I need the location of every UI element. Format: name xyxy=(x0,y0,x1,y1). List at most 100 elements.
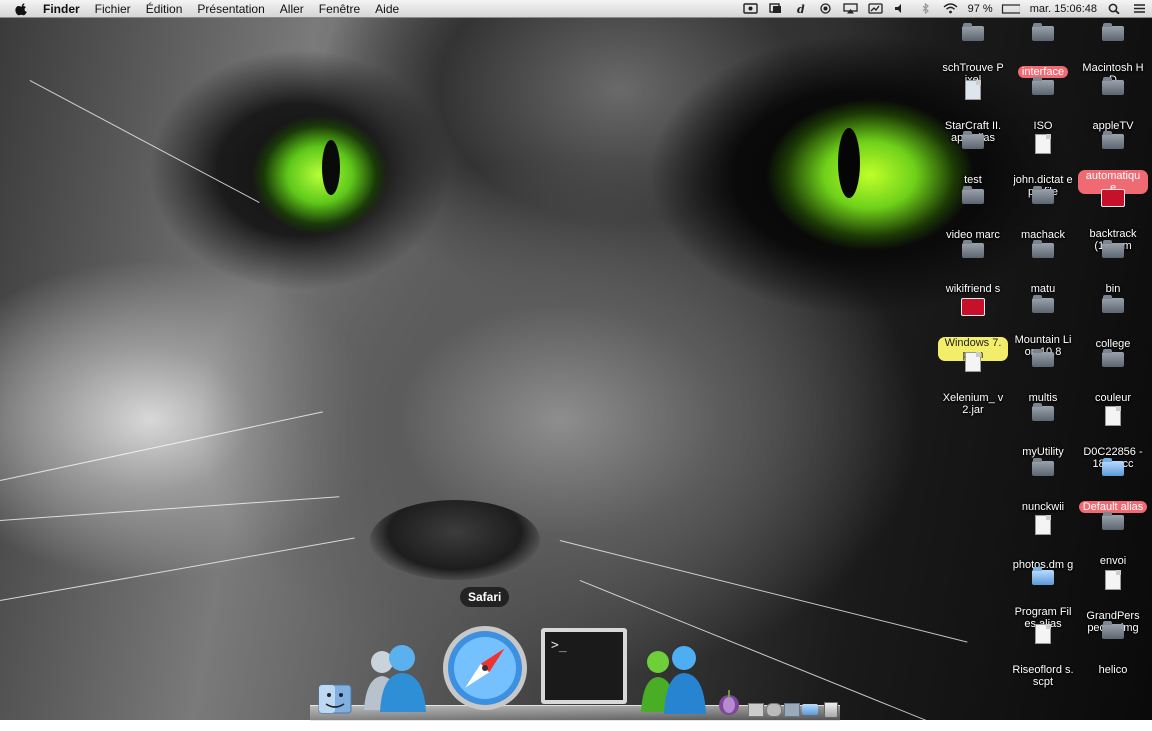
folder-icon xyxy=(1032,403,1054,421)
desktop-icon[interactable]: interface xyxy=(1008,23,1078,80)
folder-icon xyxy=(1032,23,1054,41)
dock-tooltip: Safari xyxy=(460,587,510,607)
desktop-icon-label: envoi xyxy=(1099,555,1127,567)
folder-icon xyxy=(1032,186,1054,204)
desktop-icon[interactable]: Default alias xyxy=(1078,458,1148,515)
chat-icon[interactable] xyxy=(638,644,710,714)
battery-icon[interactable] xyxy=(998,3,1020,14)
desktop-icon[interactable]: schTrouve Pixel xyxy=(938,23,1008,88)
menu-finder[interactable]: Finder xyxy=(43,2,80,16)
document-icon xyxy=(1035,624,1051,644)
desktop-icon[interactable]: machack xyxy=(1008,186,1078,243)
desktop-icon-label: video marc xyxy=(946,229,1000,241)
airplay-icon[interactable] xyxy=(842,3,858,14)
mini-app-icon[interactable] xyxy=(784,703,800,717)
desktop-icon[interactable]: Riseoflord s.scpt xyxy=(1008,624,1078,690)
mini-app-icon[interactable] xyxy=(766,703,782,717)
folder-icon xyxy=(1102,349,1124,367)
menu-aller[interactable]: Aller xyxy=(280,2,304,16)
volume-icon[interactable] xyxy=(893,3,908,14)
wifi-icon[interactable] xyxy=(943,3,958,14)
desktop-icon[interactable]: Macintosh HD xyxy=(1078,23,1148,88)
safari-icon[interactable] xyxy=(441,622,529,712)
desktop-icon-label: college xyxy=(1095,338,1131,350)
parallels-vm-icon xyxy=(1101,189,1125,207)
menu-fenetre[interactable]: Fenêtre xyxy=(319,2,360,16)
desktop-icon[interactable]: couleur xyxy=(1078,349,1148,406)
desktop-icon[interactable]: ISO xyxy=(1008,77,1078,134)
desktop-icon[interactable]: video marc xyxy=(938,186,1008,243)
wallpaper-whisker xyxy=(0,537,355,601)
desktop-icon-label: machack xyxy=(1020,229,1066,241)
folder-icon xyxy=(962,240,984,258)
cast-icon[interactable] xyxy=(867,3,883,14)
app-alias-icon xyxy=(965,80,981,100)
alias-folder-icon xyxy=(1032,567,1054,585)
folder-icon[interactable] xyxy=(802,704,818,715)
document-icon xyxy=(1035,515,1051,535)
apple-icon[interactable] xyxy=(15,2,29,16)
desktop-icon[interactable]: myUtility xyxy=(1008,403,1078,460)
folder-icon xyxy=(1032,458,1054,476)
trash-icon[interactable] xyxy=(824,702,838,718)
battery-percent[interactable]: 97 % xyxy=(968,3,993,15)
desktop-icon[interactable]: Xelenium_ v2.jar xyxy=(938,352,1008,418)
wallpaper-whisker xyxy=(0,411,323,481)
desktop-icon[interactable]: bin xyxy=(1078,240,1148,297)
folder-icon xyxy=(1032,77,1054,95)
folder-icon xyxy=(1102,621,1124,639)
finder-icon[interactable] xyxy=(318,684,352,714)
folder-icon xyxy=(1102,512,1124,530)
desktop-icon[interactable]: appleTV xyxy=(1078,77,1148,134)
desktop-icon[interactable]: envoi xyxy=(1078,512,1148,569)
growl-icon[interactable] xyxy=(768,3,783,14)
document-icon xyxy=(1035,134,1051,154)
document-icon xyxy=(965,352,981,372)
desktop-icon[interactable]: Program Files alias xyxy=(1008,567,1078,632)
desktop-icon[interactable]: test xyxy=(938,131,1008,188)
menu-presentation[interactable]: Présentation xyxy=(197,2,264,16)
wallpaper-nose xyxy=(370,500,540,580)
desktop-icon-label: bin xyxy=(1105,283,1121,295)
desktop-icon-label: matu xyxy=(1030,283,1056,295)
mini-app-icon[interactable] xyxy=(748,703,764,717)
desktop-icon-label: interface xyxy=(1017,66,1069,78)
menu-aide[interactable]: Aide xyxy=(375,2,399,16)
search-icon[interactable] xyxy=(1107,3,1122,14)
desktop-icon[interactable]: nunckwii xyxy=(1008,458,1078,515)
clock[interactable]: mar. 15:06:48 xyxy=(1030,3,1097,15)
folder-icon xyxy=(962,23,984,41)
wallpaper-pupil xyxy=(838,128,860,198)
desktop-icon[interactable]: college xyxy=(1078,295,1148,352)
screen-recorder-icon[interactable] xyxy=(742,3,758,14)
folder-icon xyxy=(1102,295,1124,313)
document-icon xyxy=(1105,570,1121,590)
desktop-icon[interactable]: automatiqu e xyxy=(1078,131,1148,196)
menu-edition[interactable]: Édition xyxy=(146,2,183,16)
desktop-icon-label: Riseoflord s.scpt xyxy=(1012,664,1074,688)
desktop-icon[interactable]: multis xyxy=(1008,349,1078,406)
folder-icon xyxy=(1032,240,1054,258)
desktop-icon[interactable]: photos.dm g xyxy=(1008,515,1078,573)
record-icon[interactable] xyxy=(818,3,833,14)
tor-browser-icon[interactable] xyxy=(717,688,741,716)
desktop-icon-label: ISO xyxy=(1033,120,1053,132)
desktop-icon[interactable]: Mountain Lion 10.8 xyxy=(1008,295,1078,360)
desktop-icon[interactable]: matu xyxy=(1008,240,1078,297)
terminal-prompt: >_ xyxy=(551,638,567,653)
folder-icon xyxy=(1032,295,1054,313)
folder-icon xyxy=(1102,240,1124,258)
folder-icon xyxy=(1032,349,1054,367)
desktop-icon[interactable]: wikifriend s xyxy=(938,240,1008,297)
messenger-icon[interactable] xyxy=(358,640,434,714)
terminal-icon[interactable]: >_ xyxy=(539,626,629,706)
wallpaper-pupil xyxy=(322,140,340,195)
menu-fichier[interactable]: Fichier xyxy=(95,2,131,16)
bluetooth-icon[interactable] xyxy=(918,3,933,14)
list-icon[interactable] xyxy=(1132,3,1147,14)
desktop-icon[interactable]: helico xyxy=(1078,621,1148,678)
dictionary-icon[interactable]: d xyxy=(793,3,808,14)
desktop-icon-label: appleTV xyxy=(1092,120,1134,132)
desktop-icon-label: nunckwii xyxy=(1021,501,1065,513)
folder-icon xyxy=(962,186,984,204)
